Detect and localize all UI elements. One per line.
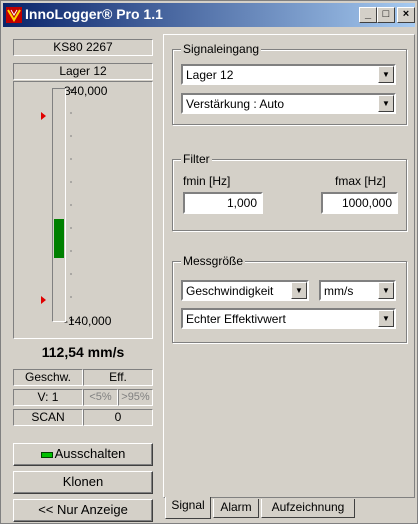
measurand-group: Messgröße Geschwindigkeit ▼ mm/s ▼ Echte… bbox=[172, 254, 407, 343]
title-bar[interactable]: InnoLogger® Pro 1.1 _ □ × bbox=[3, 3, 415, 27]
upper-alarm-marker-icon bbox=[41, 112, 46, 120]
clone-button[interactable]: Klonen bbox=[13, 471, 153, 494]
minimize-button[interactable]: _ bbox=[359, 7, 377, 23]
tab-alarm[interactable]: Alarm bbox=[213, 499, 259, 518]
chevron-down-icon[interactable]: ▼ bbox=[378, 310, 394, 327]
scan-label: SCAN bbox=[13, 409, 83, 426]
signal-input-group-title: Signaleingang bbox=[181, 42, 262, 56]
switch-off-button[interactable]: Ausschalten bbox=[13, 443, 153, 466]
lower-alarm-marker-icon bbox=[41, 296, 46, 304]
channel-name-label: Lager 12 bbox=[13, 63, 153, 80]
level-bar-track bbox=[52, 88, 66, 322]
display-only-button[interactable]: << Nur Anzeige bbox=[13, 499, 153, 522]
chevron-down-icon[interactable]: ▼ bbox=[378, 282, 394, 299]
tab-recording[interactable]: Aufzeichnung bbox=[261, 499, 355, 518]
scan-value: 0 bbox=[83, 409, 153, 426]
app-logo-icon bbox=[6, 7, 22, 23]
settings-panel: Signaleingang Lager 12 ▼ Verstärkung : A… bbox=[163, 34, 415, 498]
gain-label: V: 1 bbox=[13, 389, 83, 406]
input-select[interactable]: Lager 12 ▼ bbox=[181, 64, 396, 85]
quantity-select[interactable]: Geschwindigkeit ▼ bbox=[181, 280, 309, 301]
window-title: InnoLogger® Pro 1.1 bbox=[25, 6, 163, 22]
unit-select[interactable]: mm/s ▼ bbox=[319, 280, 396, 301]
level-bar-fill bbox=[54, 219, 64, 258]
mode-label: Geschw. bbox=[13, 369, 83, 386]
fmin-input[interactable]: 1,000 bbox=[183, 192, 263, 214]
gauge-scale bbox=[41, 89, 74, 321]
fmax-label: fmax [Hz] bbox=[335, 174, 386, 188]
maximize-button[interactable]: □ bbox=[377, 7, 395, 23]
close-button[interactable]: × bbox=[397, 7, 415, 23]
filter-group: Filter fmin [Hz] fmax [Hz] 1,000 1000,00… bbox=[172, 152, 407, 231]
chevron-down-icon[interactable]: ▼ bbox=[291, 282, 307, 299]
fmin-label: fmin [Hz] bbox=[183, 174, 231, 188]
range-low-indicator: <5% bbox=[83, 389, 118, 406]
mode-type-label: Eff. bbox=[83, 369, 153, 386]
tab-signal[interactable]: Signal bbox=[165, 497, 211, 519]
device-id-label: KS80 2267 bbox=[13, 39, 153, 56]
chevron-down-icon[interactable]: ▼ bbox=[378, 95, 394, 112]
app-window: InnoLogger® Pro 1.1 _ □ × KS80 2267 Lage… bbox=[0, 0, 418, 524]
filter-group-title: Filter bbox=[181, 152, 212, 166]
level-gauge: 340,000 -140,000 bbox=[13, 81, 153, 339]
measurand-group-title: Messgröße bbox=[181, 254, 246, 268]
gain-select[interactable]: Verstärkung : Auto ▼ bbox=[181, 93, 396, 114]
signal-input-group: Signaleingang Lager 12 ▼ Verstärkung : A… bbox=[172, 42, 407, 125]
reading-value: 112,54 mm/s bbox=[41, 344, 125, 360]
range-high-indicator: >95% bbox=[118, 389, 153, 406]
fmax-input[interactable]: 1000,000 bbox=[321, 192, 398, 214]
status-led-icon bbox=[40, 451, 53, 458]
method-select[interactable]: Echter Effektivwert ▼ bbox=[181, 308, 396, 329]
chevron-down-icon[interactable]: ▼ bbox=[378, 66, 394, 83]
